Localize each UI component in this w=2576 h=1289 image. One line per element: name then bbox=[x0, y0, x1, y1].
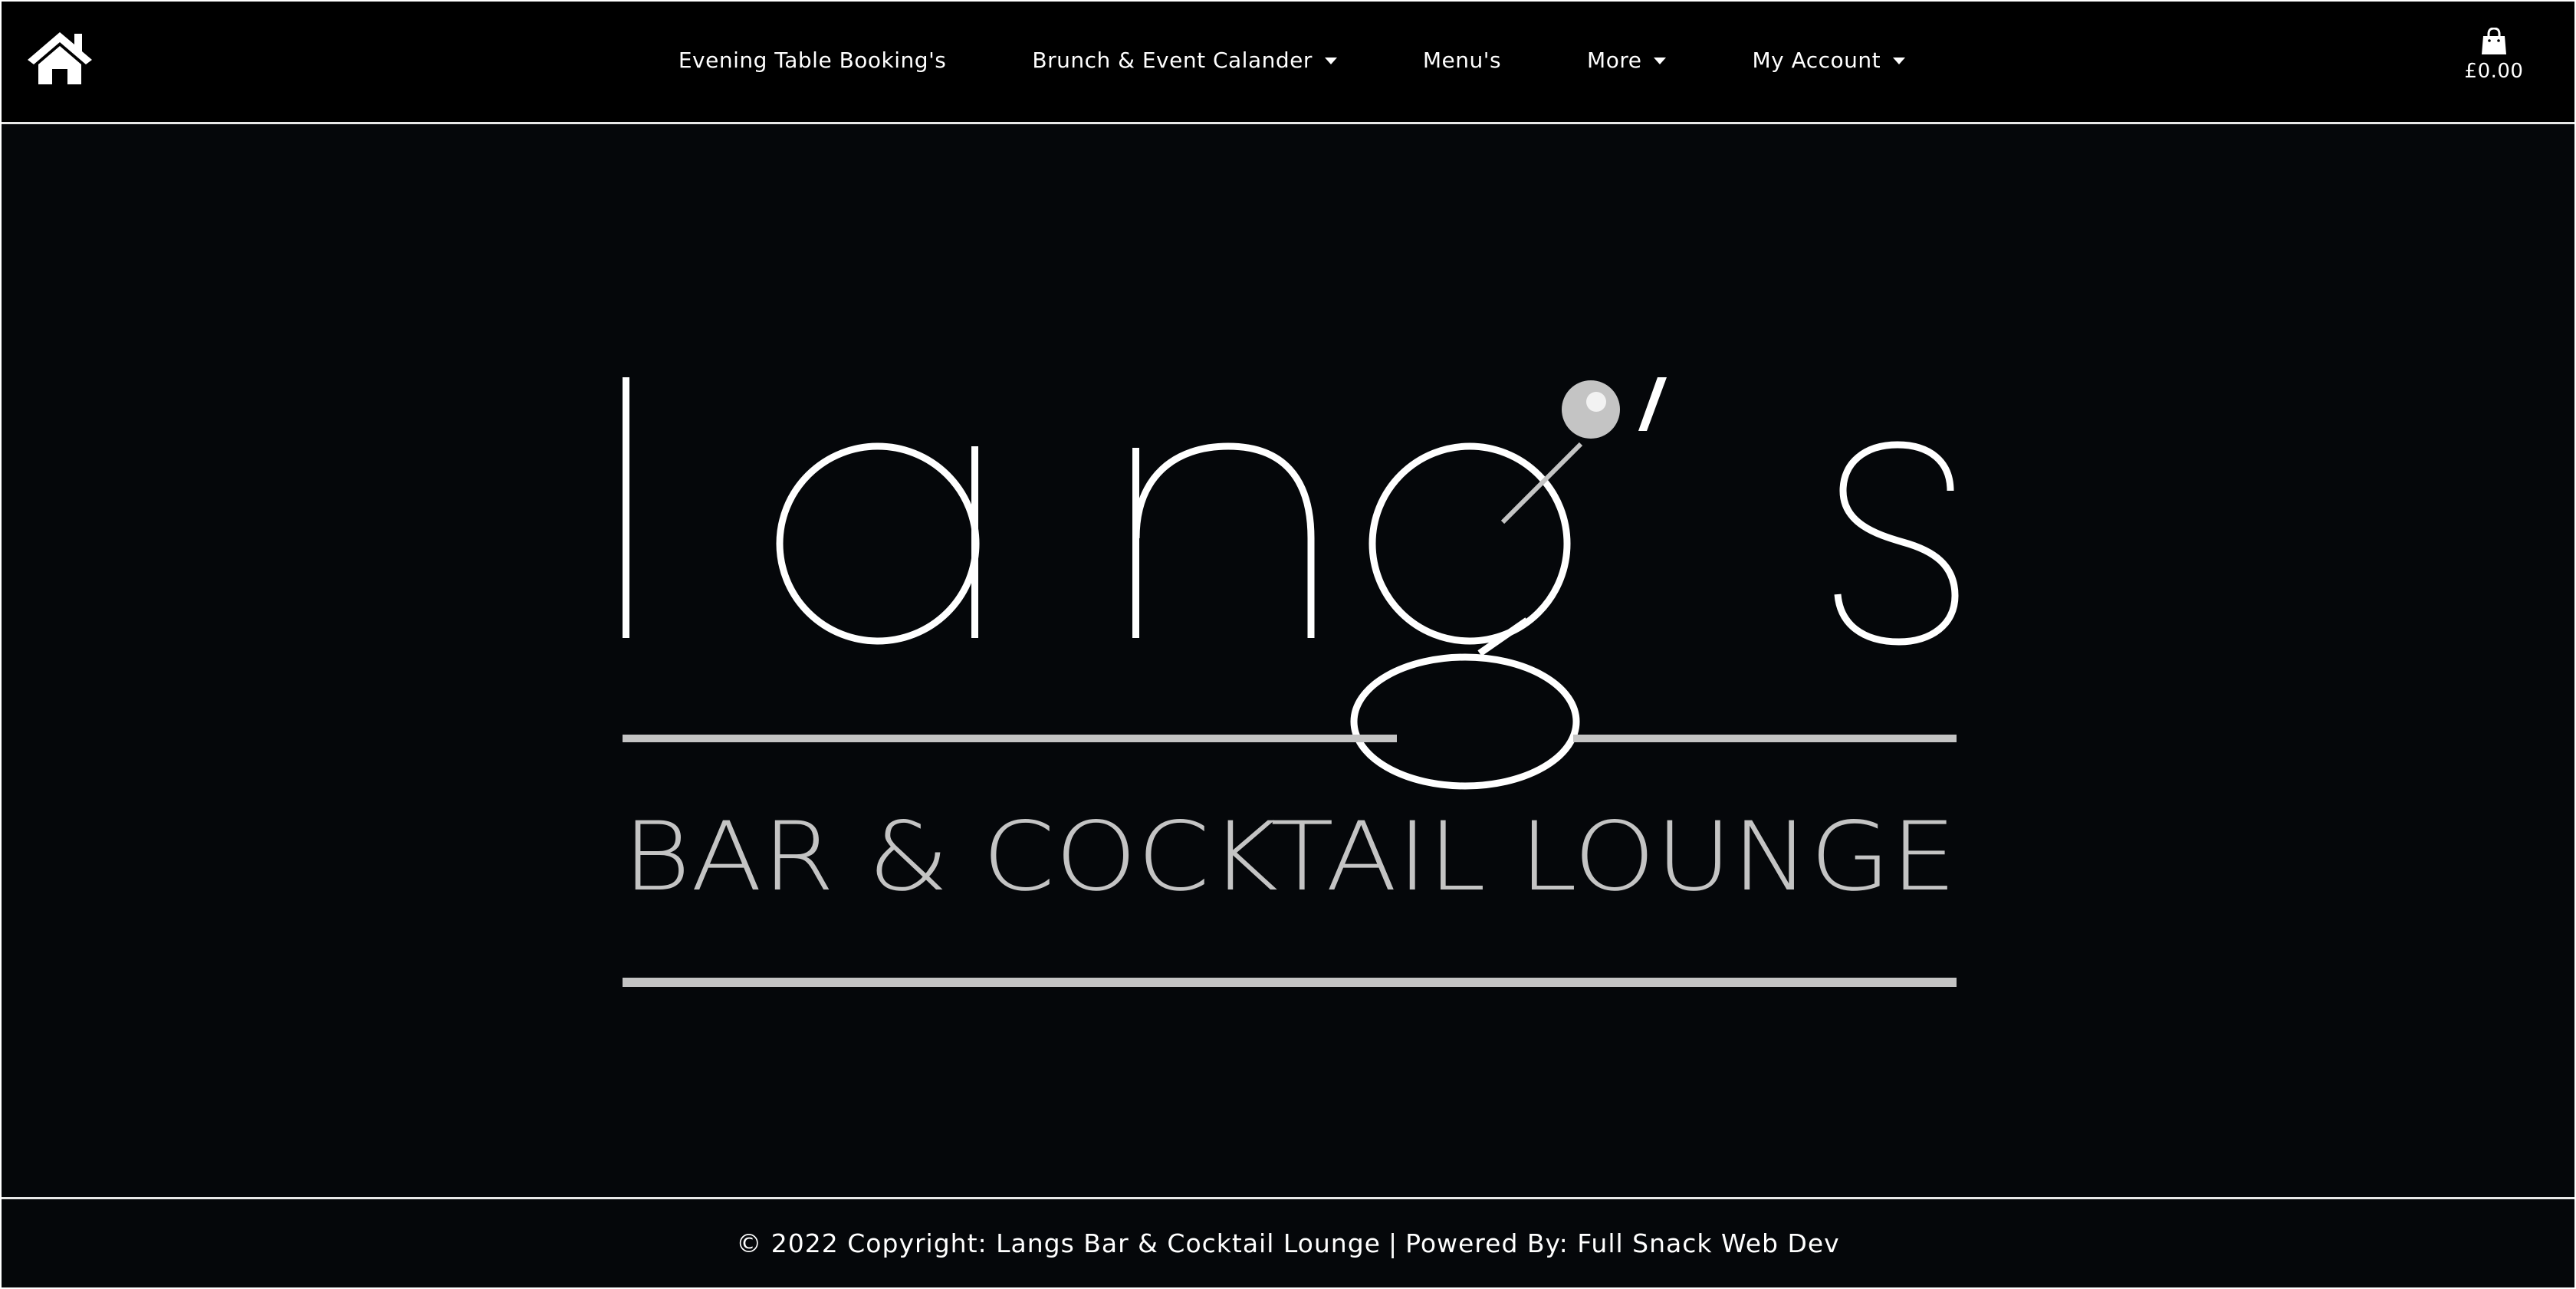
hero: BAR & COCKTAIL LOUNGE bbox=[2, 124, 2574, 1196]
caret-down-icon bbox=[1893, 57, 1906, 64]
logo-tagline: BAR & COCKTAIL LOUNGE bbox=[623, 802, 1957, 912]
nav-evening-table-bookings[interactable]: Evening Table Booking's bbox=[636, 48, 990, 73]
nav-my-account-dropdown[interactable]: My Account bbox=[1709, 48, 1948, 73]
footer: © 2022 Copyright: Langs Bar & Cocktail L… bbox=[2, 1197, 2574, 1287]
page: Evening Table Booking's Brunch & Event C… bbox=[0, 0, 2576, 1289]
langs-logo: BAR & COCKTAIL LOUNGE bbox=[607, 377, 1972, 1129]
nav-brunch-event-calendar-dropdown[interactable]: Brunch & Event Calander bbox=[989, 48, 1380, 73]
langs-logo-graphic: BAR & COCKTAIL LOUNGE bbox=[623, 377, 1959, 987]
navbar: Evening Table Booking's Brunch & Event C… bbox=[2, 2, 2574, 124]
footer-powered-by-link[interactable]: Powered By: Full Snack Web Dev bbox=[1405, 1228, 1840, 1258]
caret-down-icon bbox=[1654, 57, 1667, 64]
nav-more-dropdown[interactable]: More bbox=[1544, 48, 1709, 73]
nav-menus[interactable]: Menu's bbox=[1380, 48, 1544, 73]
nav-links: Evening Table Booking's Brunch & Event C… bbox=[2, 2, 2574, 118]
nav-brunch-event-calendar-label: Brunch & Event Calander bbox=[1032, 47, 1313, 73]
caret-down-icon bbox=[1324, 57, 1337, 64]
nav-evening-table-bookings-label: Evening Table Booking's bbox=[678, 47, 947, 73]
nav-more-label: More bbox=[1587, 47, 1642, 73]
footer-separator: | bbox=[1388, 1228, 1398, 1258]
footer-copyright: © 2022 Copyright: Langs Bar & Cocktail L… bbox=[736, 1228, 1381, 1258]
cart-total: £0.00 bbox=[2464, 60, 2524, 83]
shopping-bag-icon bbox=[2482, 28, 2506, 54]
cart-button[interactable]: £0.00 bbox=[2459, 28, 2528, 83]
nav-menus-label: Menu's bbox=[1422, 47, 1502, 73]
nav-my-account-label: My Account bbox=[1752, 47, 1881, 73]
